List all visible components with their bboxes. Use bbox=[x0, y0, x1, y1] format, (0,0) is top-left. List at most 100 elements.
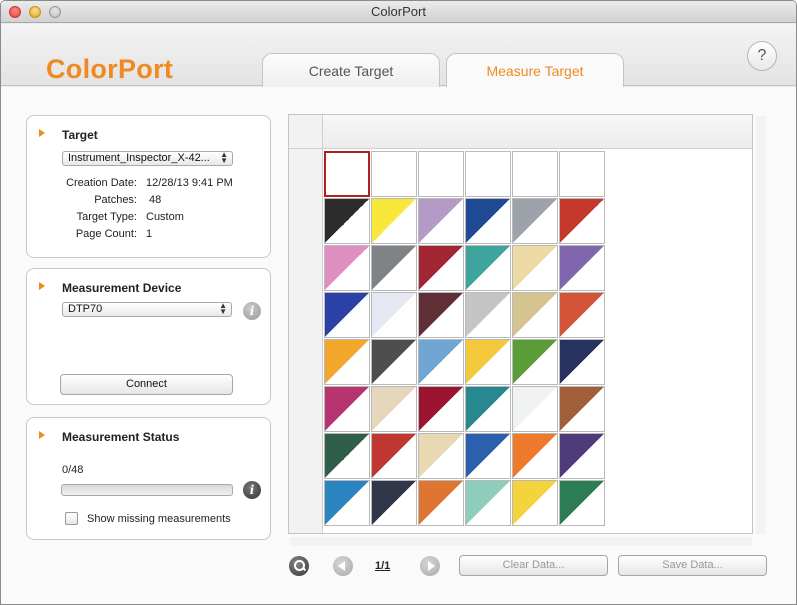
app-window: ColorPort ColorPort Create Target Measur… bbox=[0, 0, 797, 605]
close-window-button[interactable] bbox=[9, 6, 21, 18]
color-patch[interactable] bbox=[418, 198, 464, 244]
zoom-window-button[interactable] bbox=[49, 6, 61, 18]
color-patch[interactable] bbox=[324, 245, 370, 291]
color-patch[interactable] bbox=[324, 386, 370, 432]
color-patch[interactable] bbox=[418, 151, 464, 197]
grid-row-header bbox=[289, 149, 323, 533]
patch-grid bbox=[288, 114, 753, 534]
patch-area bbox=[324, 151, 607, 527]
color-patch[interactable] bbox=[512, 151, 558, 197]
color-patch[interactable] bbox=[324, 292, 370, 338]
color-patch[interactable] bbox=[465, 245, 511, 291]
color-patch[interactable] bbox=[418, 386, 464, 432]
color-patch[interactable] bbox=[371, 339, 417, 385]
color-patch[interactable] bbox=[371, 480, 417, 526]
color-patch[interactable] bbox=[324, 480, 370, 526]
device-panel-title: Measurement Device bbox=[62, 281, 182, 295]
target-type-label: Target Type: bbox=[76, 211, 137, 223]
measurement-status-panel: Measurement Status 0/48 i Show missing m… bbox=[26, 417, 271, 540]
color-patch[interactable] bbox=[559, 480, 605, 526]
target-file-select[interactable]: Instrument_Inspector_X-42... ▲ ▼ bbox=[62, 151, 233, 166]
color-patch[interactable] bbox=[465, 480, 511, 526]
color-patch[interactable] bbox=[559, 245, 605, 291]
titlebar: ColorPort bbox=[1, 1, 796, 23]
color-patch[interactable] bbox=[371, 292, 417, 338]
status-info-icon[interactable]: i bbox=[243, 481, 261, 499]
minimize-window-button[interactable] bbox=[29, 6, 41, 18]
color-patch[interactable] bbox=[324, 198, 370, 244]
color-patch[interactable] bbox=[559, 433, 605, 479]
color-patch[interactable] bbox=[465, 198, 511, 244]
device-select[interactable]: DTP70 ▲ ▼ bbox=[62, 302, 232, 317]
device-info-icon[interactable]: i bbox=[243, 302, 261, 320]
pager-bar: 1/1 Clear Data... Save Data... bbox=[286, 553, 771, 581]
color-patch[interactable] bbox=[559, 292, 605, 338]
measurement-device-panel: Measurement Device DTP70 ▲ ▼ i Connect bbox=[26, 268, 271, 405]
color-patch[interactable] bbox=[418, 245, 464, 291]
help-button[interactable]: ? bbox=[747, 41, 777, 71]
color-patch[interactable] bbox=[512, 433, 558, 479]
color-patch[interactable] bbox=[512, 245, 558, 291]
color-patch[interactable] bbox=[512, 198, 558, 244]
header: ColorPort Create Target Measure Target ? bbox=[1, 24, 796, 88]
vertical-scrollbar[interactable] bbox=[756, 116, 766, 534]
popup-arrows-icon: ▲ ▼ bbox=[219, 302, 227, 316]
next-page-icon[interactable] bbox=[420, 556, 440, 576]
color-patch[interactable] bbox=[371, 151, 417, 197]
disclosure-triangle-icon[interactable] bbox=[39, 431, 45, 439]
app-logo: ColorPort bbox=[46, 54, 174, 84]
color-patch[interactable] bbox=[418, 433, 464, 479]
color-patch[interactable] bbox=[418, 339, 464, 385]
clear-data-button[interactable]: Clear Data... bbox=[459, 555, 608, 576]
page-count-value: 1 bbox=[146, 228, 153, 240]
previous-page-icon[interactable] bbox=[333, 556, 353, 576]
window-title: ColorPort bbox=[371, 4, 426, 19]
target-panel-title: Target bbox=[62, 128, 98, 142]
tab-measure-target[interactable]: Measure Target bbox=[446, 53, 624, 88]
color-patch[interactable] bbox=[371, 433, 417, 479]
tab-create-target[interactable]: Create Target bbox=[262, 53, 440, 87]
connect-button[interactable]: Connect bbox=[60, 374, 233, 395]
creation-date-label: Creation Date: bbox=[66, 177, 137, 189]
show-missing-label: Show missing measurements bbox=[87, 513, 231, 525]
color-patch[interactable] bbox=[324, 151, 370, 197]
color-patch[interactable] bbox=[512, 386, 558, 432]
color-patch[interactable] bbox=[324, 339, 370, 385]
save-data-button[interactable]: Save Data... bbox=[618, 555, 767, 576]
color-patch[interactable] bbox=[371, 245, 417, 291]
horizontal-scrollbar[interactable] bbox=[290, 537, 752, 546]
zoom-icon[interactable] bbox=[289, 556, 309, 576]
status-panel-title: Measurement Status bbox=[62, 430, 180, 444]
disclosure-triangle-icon[interactable] bbox=[39, 282, 45, 290]
grid-corner bbox=[289, 115, 323, 149]
show-missing-checkbox[interactable] bbox=[65, 512, 78, 525]
color-patch[interactable] bbox=[465, 339, 511, 385]
target-type-value: Custom bbox=[146, 211, 184, 223]
disclosure-triangle-icon[interactable] bbox=[39, 129, 45, 137]
color-patch[interactable] bbox=[512, 480, 558, 526]
color-patch[interactable] bbox=[465, 433, 511, 479]
color-patch[interactable] bbox=[465, 292, 511, 338]
page-indicator[interactable]: 1/1 bbox=[375, 560, 390, 572]
color-patch[interactable] bbox=[324, 433, 370, 479]
color-patch[interactable] bbox=[512, 339, 558, 385]
color-patch[interactable] bbox=[371, 386, 417, 432]
color-patch[interactable] bbox=[371, 198, 417, 244]
color-patch[interactable] bbox=[418, 480, 464, 526]
target-file-value: Instrument_Inspector_X-42... bbox=[68, 152, 210, 164]
color-patch[interactable] bbox=[418, 292, 464, 338]
color-patch[interactable] bbox=[559, 339, 605, 385]
patches-value: 48 bbox=[149, 194, 162, 206]
device-value: DTP70 bbox=[68, 303, 103, 315]
target-panel: Target Instrument_Inspector_X-42... ▲ ▼ C… bbox=[26, 115, 271, 258]
measurement-count: 0/48 bbox=[62, 464, 84, 476]
color-patch[interactable] bbox=[559, 386, 605, 432]
color-patch[interactable] bbox=[512, 292, 558, 338]
color-patch[interactable] bbox=[559, 198, 605, 244]
page-count-label: Page Count: bbox=[75, 228, 137, 240]
main-content: Target Instrument_Inspector_X-42... ▲ ▼ C… bbox=[1, 87, 796, 604]
color-patch[interactable] bbox=[465, 386, 511, 432]
color-patch[interactable] bbox=[559, 151, 605, 197]
patches-label: Patches: bbox=[94, 194, 137, 206]
color-patch[interactable] bbox=[465, 151, 511, 197]
